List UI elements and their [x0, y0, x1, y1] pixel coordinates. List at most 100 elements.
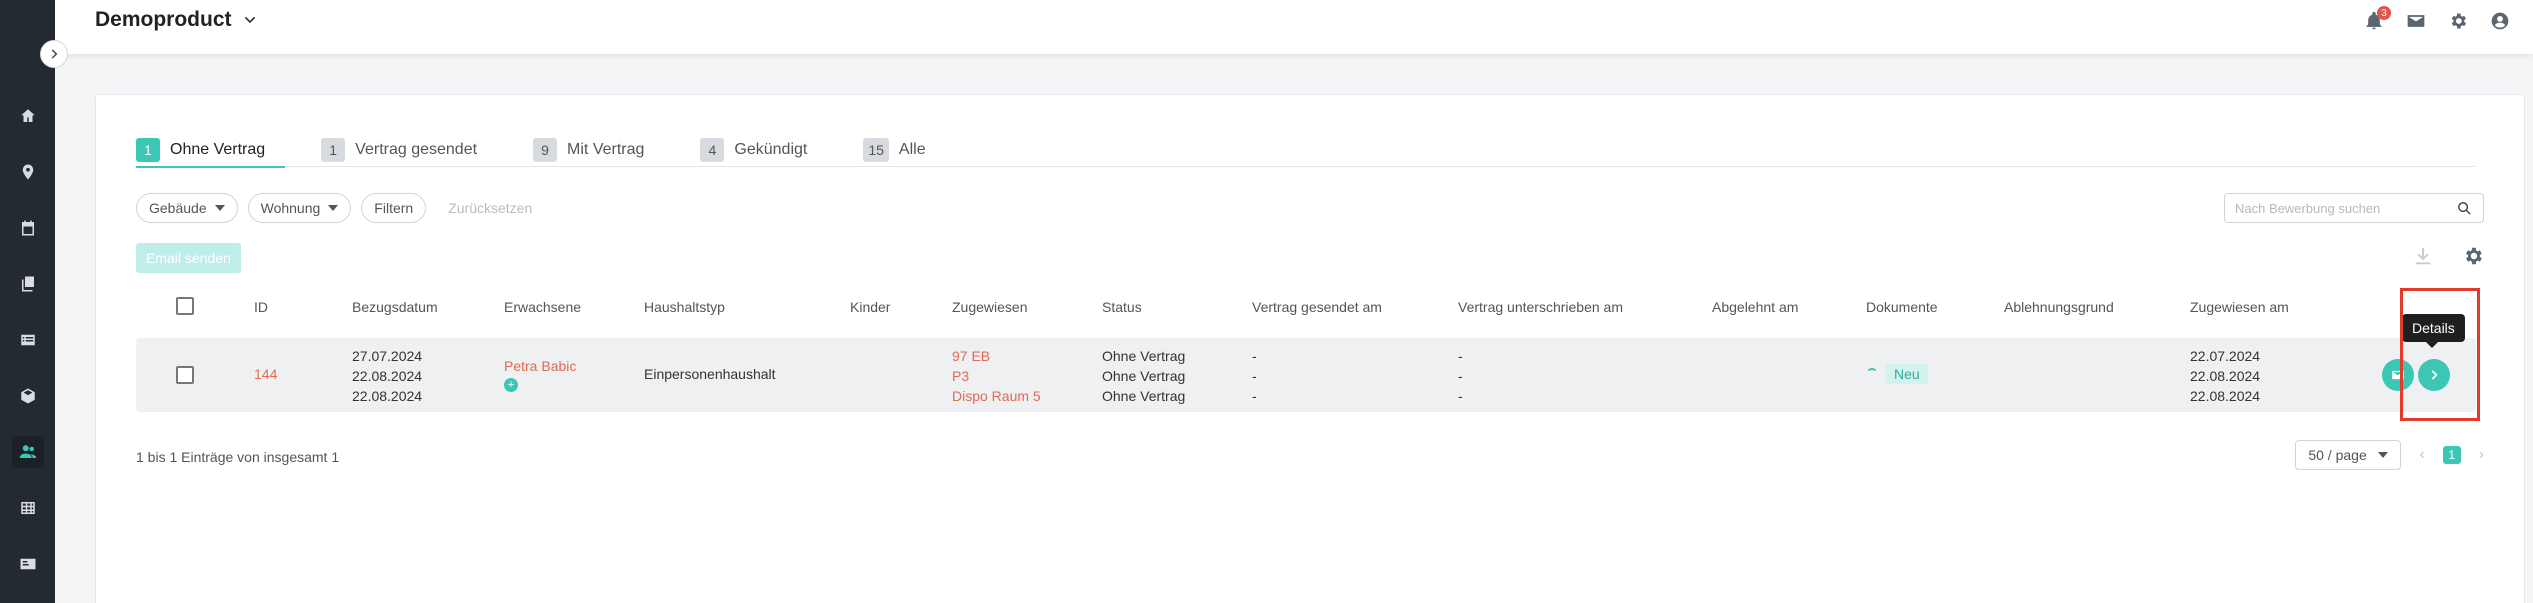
assigned-units: 97 EB P3 Dispo Raum 5: [952, 348, 1041, 405]
product-title: Demoproduct: [95, 8, 232, 31]
status-value: Ohne Vertrag: [1102, 388, 1186, 404]
row-id-link[interactable]: 144: [254, 366, 277, 382]
assigned-at-value: 22.08.2024: [2190, 388, 2261, 404]
search-placeholder: Nach Bewerbung suchen: [2235, 200, 2381, 216]
page-size-dropdown[interactable]: 50 / page: [2295, 440, 2402, 470]
mail-icon: [2407, 15, 2425, 27]
filter-button-label: Filtern: [374, 200, 414, 216]
product-switcher[interactable]: Demoproduct: [95, 8, 258, 32]
contract-signed-value: -: [1458, 368, 1463, 384]
highlight-box: [2400, 288, 2480, 421]
building-filter-label: Gebäude: [149, 200, 207, 216]
reset-filters-button[interactable]: Zurücksetzen: [448, 200, 532, 216]
tab-label: Mit Vertrag: [567, 141, 645, 158]
move-in-date: 22.08.2024: [352, 368, 423, 384]
adult-name-link[interactable]: Petra Babic: [504, 358, 576, 374]
assigned-unit-link[interactable]: Dispo Raum 5: [952, 388, 1041, 405]
home-icon[interactable]: [12, 100, 44, 132]
apartment-filter-dropdown[interactable]: Wohnung: [247, 193, 352, 223]
tab-count: 9: [533, 138, 558, 162]
column-header-children[interactable]: Kinder: [850, 299, 890, 315]
tab-mit-vertrag[interactable]: 9 Mit Vertrag: [533, 133, 648, 167]
document-status-badge: Neu: [1886, 364, 1928, 384]
caret-down-icon: [214, 205, 225, 211]
user-account-button[interactable]: [2489, 10, 2511, 32]
current-page-button[interactable]: 1: [2442, 446, 2461, 464]
add-person-icon[interactable]: +: [504, 378, 518, 392]
notification-badge: 3: [2377, 6, 2391, 20]
tab-alle[interactable]: 15 Alle: [863, 133, 929, 167]
list-icon[interactable]: [12, 324, 44, 356]
assigned-unit-link[interactable]: 97 EB: [952, 348, 1041, 365]
loading-spinner-icon: [1866, 368, 1878, 380]
next-page-button[interactable]: ›: [2479, 446, 2484, 464]
table-settings-gear-icon[interactable]: [2462, 245, 2484, 267]
box-icon[interactable]: [12, 380, 44, 412]
move-in-date: 22.08.2024: [352, 388, 423, 404]
column-header-rejection-reason[interactable]: Ablehnungsgrund: [2004, 299, 2114, 315]
column-header-contract-signed[interactable]: Vertrag unterschrieben am: [1458, 299, 1623, 315]
building-filter-dropdown[interactable]: Gebäude: [136, 193, 238, 223]
household-type: Einpersonenhaushalt: [644, 366, 776, 382]
column-header-contract-sent[interactable]: Vertrag gesendet am: [1252, 299, 1382, 315]
status-tabs: 1 Ohne Vertrag 1 Vertrag gesendet 9 Mit …: [136, 133, 2476, 168]
filter-button[interactable]: Filtern: [361, 193, 427, 223]
column-header-move-in[interactable]: Bezugsdatum: [352, 299, 438, 315]
notifications-button[interactable]: 3: [2363, 6, 2391, 32]
column-header-documents[interactable]: Dokumente: [1866, 299, 1938, 315]
id-card-icon[interactable]: [12, 548, 44, 580]
tab-gekuendigt[interactable]: 4 Gekündigt: [700, 133, 811, 167]
status-value: Ohne Vertrag: [1102, 368, 1186, 384]
tab-label: Gekündigt: [734, 141, 808, 158]
sidebar: [0, 0, 55, 603]
location-pin-icon[interactable]: [12, 156, 44, 188]
assigned-at-values: 22.07.2024 22.08.2024 22.08.2024: [2190, 348, 2260, 405]
download-icon[interactable]: [2412, 245, 2434, 267]
settings-button[interactable]: [2447, 10, 2469, 32]
gear-icon: [2451, 13, 2466, 29]
user-circle-icon: [2491, 12, 2509, 30]
column-header-adults[interactable]: Erwachsene: [504, 299, 581, 315]
calendar-icon[interactable]: [12, 212, 44, 244]
chevron-right-icon: [51, 49, 58, 59]
column-header-rejected[interactable]: Abgelehnt am: [1712, 299, 1798, 315]
tab-ohne-vertrag[interactable]: 1 Ohne Vertrag: [136, 133, 286, 168]
table-row[interactable]: 144 27.07.2024 22.08.2024 22.08.2024 Pet…: [136, 338, 2476, 412]
move-in-dates: 27.07.2024 22.08.2024 22.08.2024: [352, 348, 422, 405]
table-icon[interactable]: [12, 492, 44, 524]
assigned-at-value: 22.08.2024: [2190, 368, 2261, 384]
assigned-unit-link[interactable]: P3: [952, 368, 1041, 385]
row-checkbox[interactable]: [176, 366, 194, 384]
messages-button[interactable]: [2405, 10, 2427, 32]
status-value: Ohne Vertrag: [1102, 348, 1186, 364]
documents-icon[interactable]: [12, 268, 44, 300]
chevron-down-icon: [244, 16, 255, 24]
tab-count: 1: [321, 138, 346, 162]
tab-label: Ohne Vertrag: [170, 141, 266, 158]
column-header-household[interactable]: Haushaltstyp: [644, 299, 725, 315]
applications-card: 1 Ohne Vertrag 1 Vertrag gesendet 9 Mit …: [95, 94, 2525, 603]
tab-vertrag-gesendet[interactable]: 1 Vertrag gesendet: [321, 133, 481, 167]
entries-info: 1 bis 1 Einträge von insgesamt 1: [136, 449, 340, 465]
pagination: 50 / page ‹ 1 ›: [2295, 440, 2484, 470]
filter-bar: Gebäude Wohnung Filtern Zurücksetzen: [136, 193, 532, 223]
column-header-id[interactable]: ID: [254, 299, 268, 315]
column-header-assigned[interactable]: Zugewiesen: [952, 299, 1028, 315]
column-header-status[interactable]: Status: [1102, 299, 1142, 315]
assigned-at-value: 22.07.2024: [2190, 348, 2261, 364]
contract-signed-values: - - -: [1458, 348, 1463, 405]
status-values: Ohne Vertrag Ohne Vertrag Ohne Vertrag: [1102, 348, 1185, 405]
users-icon[interactable]: [12, 436, 44, 468]
contract-sent-value: -: [1252, 348, 1257, 364]
search-icon[interactable]: [2456, 200, 2473, 217]
previous-page-button[interactable]: ‹: [2419, 446, 2424, 464]
send-email-button[interactable]: Email senden: [136, 243, 241, 273]
contract-sent-values: - - -: [1252, 348, 1257, 405]
apartment-filter-label: Wohnung: [260, 200, 321, 216]
sidebar-toggle-button[interactable]: [40, 40, 68, 68]
column-header-assigned-at[interactable]: Zugewiesen am: [2190, 299, 2289, 315]
contract-signed-value: -: [1458, 348, 1463, 364]
search-input[interactable]: Nach Bewerbung suchen: [2224, 193, 2484, 223]
contract-sent-value: -: [1252, 388, 1257, 404]
select-all-checkbox[interactable]: [176, 297, 194, 315]
